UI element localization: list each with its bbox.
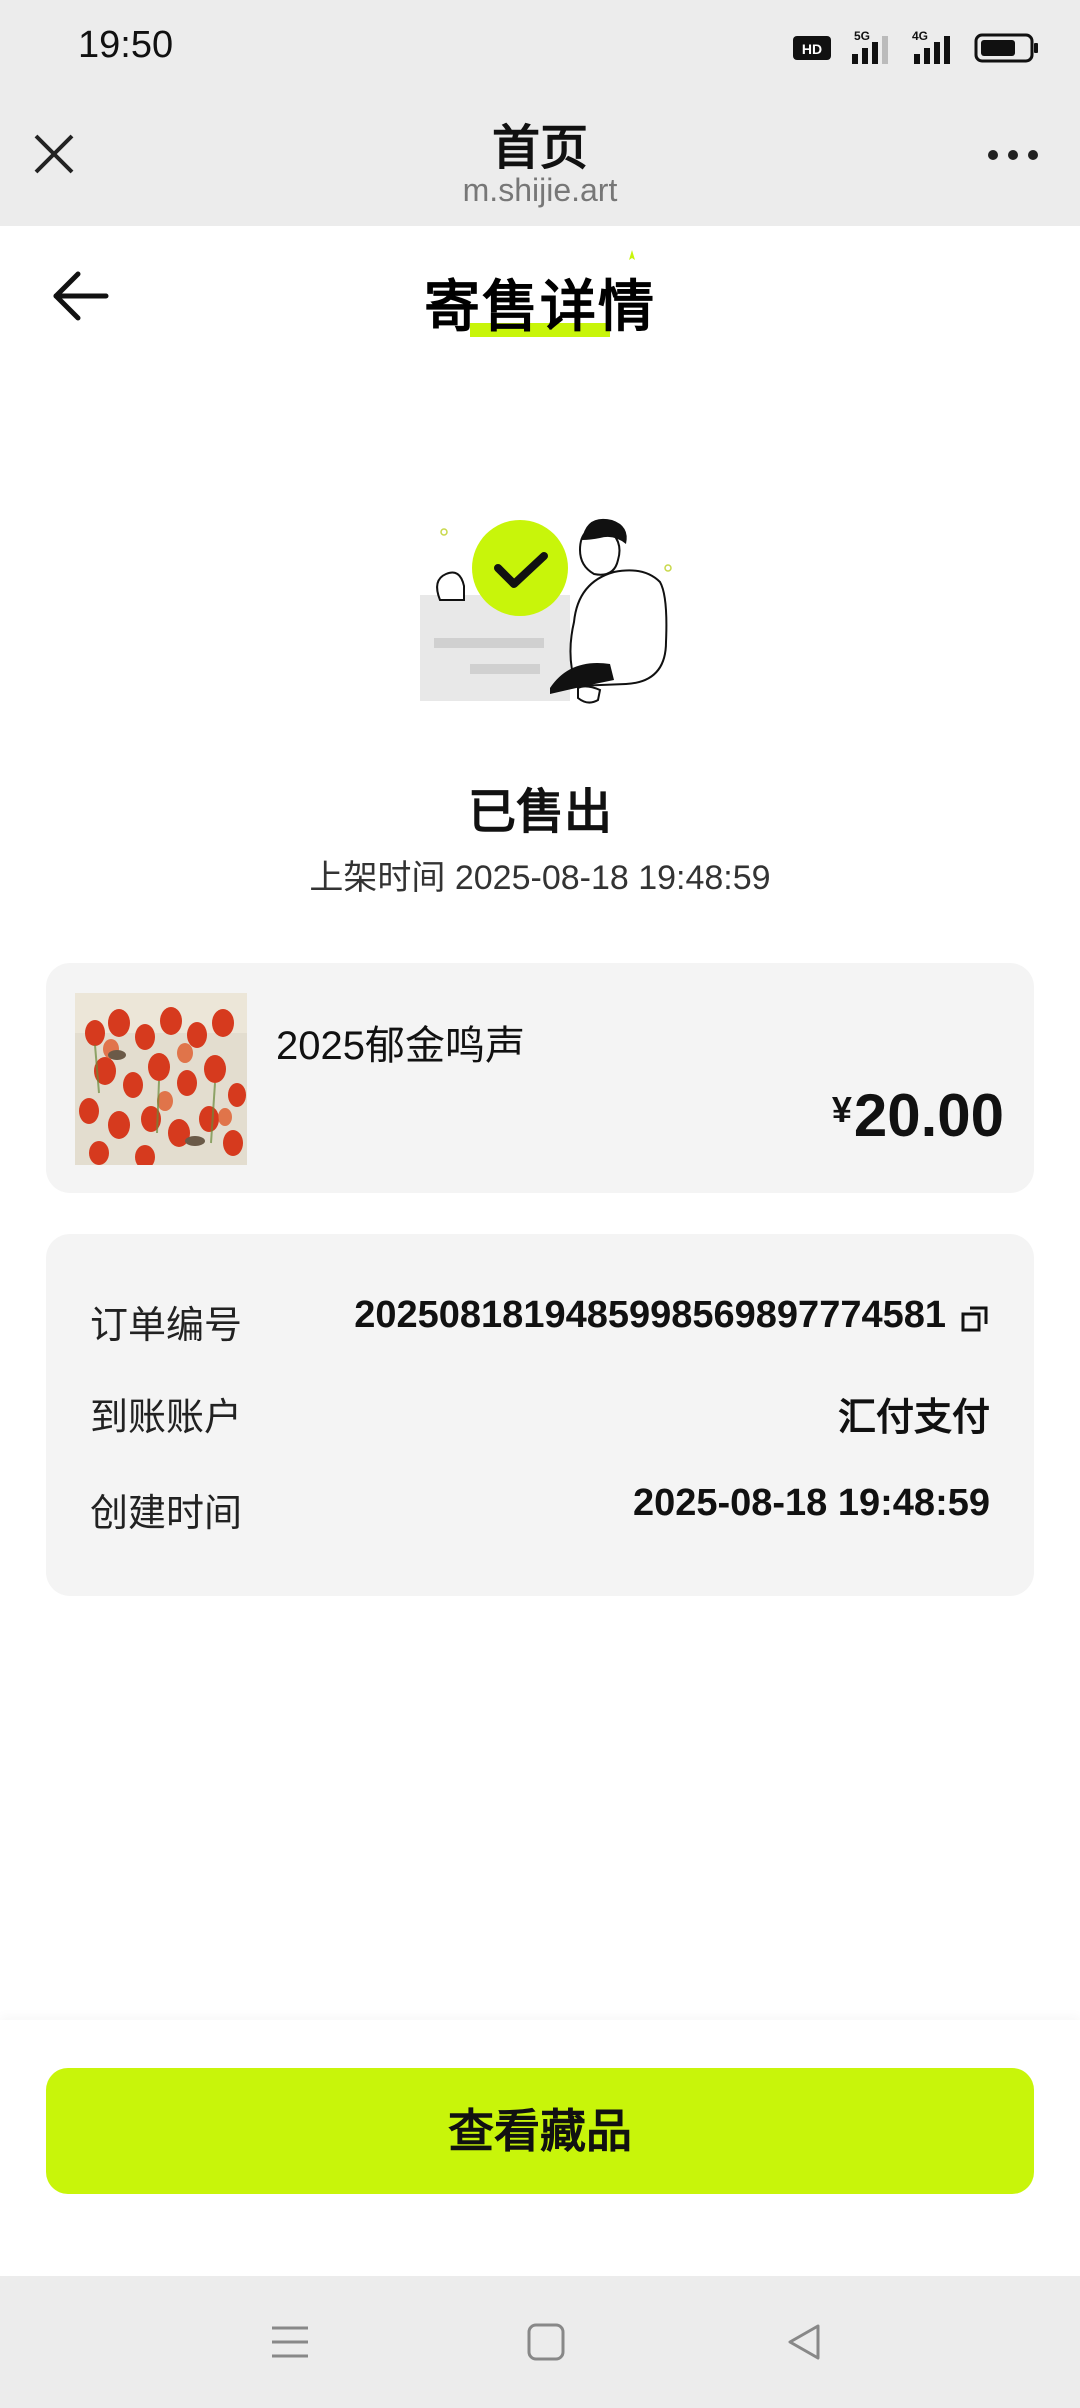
sold-illustration — [420, 518, 672, 704]
svg-text:4G: 4G — [912, 29, 928, 43]
account-row: 到账账户 汇付支付 — [90, 1386, 990, 1446]
sale-status-title: 已售出 — [467, 786, 612, 839]
page-title-text: 寄售详情 — [424, 275, 656, 338]
order-number-label: 订单编号 — [90, 1305, 243, 1347]
order-number-row: 订单编号 20250818194859985698977745​81 — [90, 1294, 990, 1354]
signal-5g-icon: 5G — [852, 29, 888, 64]
order-number-value: 20250818194859985698977745​81 — [354, 1294, 946, 1336]
menu-icon[interactable] — [268, 2320, 312, 2364]
page-title-wrap: 寄售详情 — [0, 250, 1080, 343]
status-time: 19:50 — [78, 24, 174, 66]
browser-title: 首页 — [491, 122, 588, 175]
created-time-label: 创建时间 — [90, 1493, 243, 1535]
listed-time-label: 上架时间 — [309, 859, 446, 897]
product-price: ¥20.00 — [832, 1081, 1004, 1150]
battery-icon — [974, 33, 1038, 63]
hd-icon: HD — [793, 36, 831, 60]
back-triangle-icon[interactable] — [782, 2320, 826, 2364]
currency-symbol: ¥ — [831, 1089, 852, 1130]
signal-4g-icon: 4G — [912, 29, 950, 64]
view-collection-button[interactable]: 查看藏品 — [46, 2068, 1034, 2194]
sparkle-icon — [629, 250, 635, 260]
product-card[interactable]: 2025郁金鸣声 ¥20.00 — [46, 963, 1034, 1193]
system-nav-bar — [0, 2276, 1080, 2408]
created-time-value: 2025-08-18 19:48:59 — [632, 1482, 990, 1524]
home-square-icon[interactable] — [524, 2320, 568, 2364]
product-name: 2025郁金鸣声 — [276, 1024, 525, 1068]
listed-time-line: 上架时间 2025-08-18 19:48:59 — [0, 850, 1080, 899]
listed-time-value: 2025-08-18 19:48:59 — [454, 859, 771, 897]
created-time-row: 创建时间 2025-08-18 19:48:59 — [90, 1482, 990, 1542]
artwork-thumbnail — [75, 993, 247, 1165]
account-label: 到账账户 — [90, 1397, 243, 1439]
svg-text:HD: HD — [802, 41, 822, 57]
browser-url: m.shijie.art — [462, 172, 618, 208]
page-title: 寄售详情 — [424, 250, 656, 343]
copy-icon[interactable] — [960, 1304, 990, 1334]
status-icons: HD 5G 4G — [792, 24, 1040, 72]
more-icon[interactable] — [986, 145, 1040, 165]
order-info-card: 订单编号 20250818194859985698977745​81 到账账户 … — [46, 1234, 1034, 1596]
account-value: 汇付支付 — [837, 1397, 990, 1439]
svg-text:5G: 5G — [854, 29, 870, 43]
browser-chrome: 19:50 HD 5G 4G 首页 m.shijie.art — [0, 0, 1080, 226]
price-value: 20.00 — [853, 1082, 1004, 1149]
